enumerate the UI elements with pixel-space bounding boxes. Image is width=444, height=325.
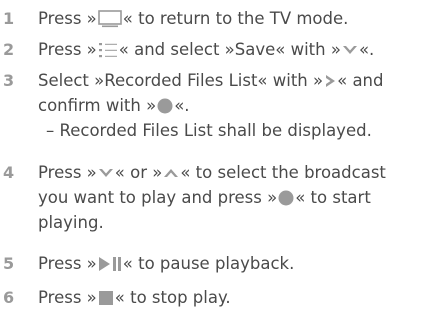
step-6: 6 Press » « to stop play. xyxy=(0,285,231,310)
step-text-pre: Press » xyxy=(38,9,97,28)
step-line: Select »Recorded Files List« with » « and xyxy=(38,68,384,93)
step-text-pre: Press » xyxy=(38,254,97,273)
step-number: 6 xyxy=(3,288,15,307)
step-4: 4 Press » « or » « to select the broadcast… xyxy=(0,160,386,235)
step-line: Press » « or » « to select the broadcast xyxy=(38,160,386,185)
step-3: 3 Select »Recorded Files List« with » « a… xyxy=(0,68,384,143)
step-text-pre: Press » xyxy=(38,163,97,182)
chevron-down-icon xyxy=(342,44,358,56)
step-text-pre: Press » xyxy=(38,40,97,59)
step-text-pre: confirm with » xyxy=(38,96,157,115)
step-number: 4 xyxy=(3,163,15,182)
play-pause-icon xyxy=(98,256,122,272)
ok-dot-icon xyxy=(157,98,173,114)
step-line: confirm with » «. xyxy=(38,93,384,118)
step-number: 1 xyxy=(3,9,15,28)
tv-icon xyxy=(97,9,122,28)
step-2: 2 Press » « and select »Save« with » «. xyxy=(0,37,374,62)
step-text-pre: Select »Recorded Files List« with » xyxy=(38,71,324,90)
step-text-mid: « and select »Save« with » xyxy=(118,40,341,59)
step-number: 3 xyxy=(3,71,15,90)
step-text-post: « to select the broadcast xyxy=(180,163,386,182)
chevron-down-icon xyxy=(98,167,114,179)
step-text-post: «. xyxy=(358,40,375,59)
step-5: 5 Press » « to pause playback. xyxy=(0,251,294,276)
step-text-post: « and xyxy=(337,71,384,90)
step-text-pre: you want to play and press » xyxy=(38,188,278,207)
step-1: 1 Press » « to return to the TV mode. xyxy=(0,6,348,31)
step-text-pre: Press » xyxy=(38,288,97,307)
chevron-up-icon xyxy=(163,167,179,179)
step-line: you want to play and press » « to start xyxy=(38,185,386,210)
step-text-post: « to pause playback. xyxy=(122,254,295,273)
step-text-post: « to stop play. xyxy=(114,288,231,307)
step-line: playing. xyxy=(38,213,104,232)
step-number: 2 xyxy=(3,40,15,59)
menu-icon xyxy=(98,41,118,59)
step-text-post: « to return to the TV mode. xyxy=(122,9,349,28)
chevron-right-icon xyxy=(324,74,336,88)
step-text-mid: « or » xyxy=(114,163,163,182)
stop-icon xyxy=(98,290,114,306)
step-text-post: «. xyxy=(174,96,190,115)
step-result: – Recorded Files List shall be displayed… xyxy=(46,121,372,140)
step-number: 5 xyxy=(3,254,15,273)
ok-dot-icon xyxy=(278,190,294,206)
step-text-post: « to start xyxy=(295,188,371,207)
